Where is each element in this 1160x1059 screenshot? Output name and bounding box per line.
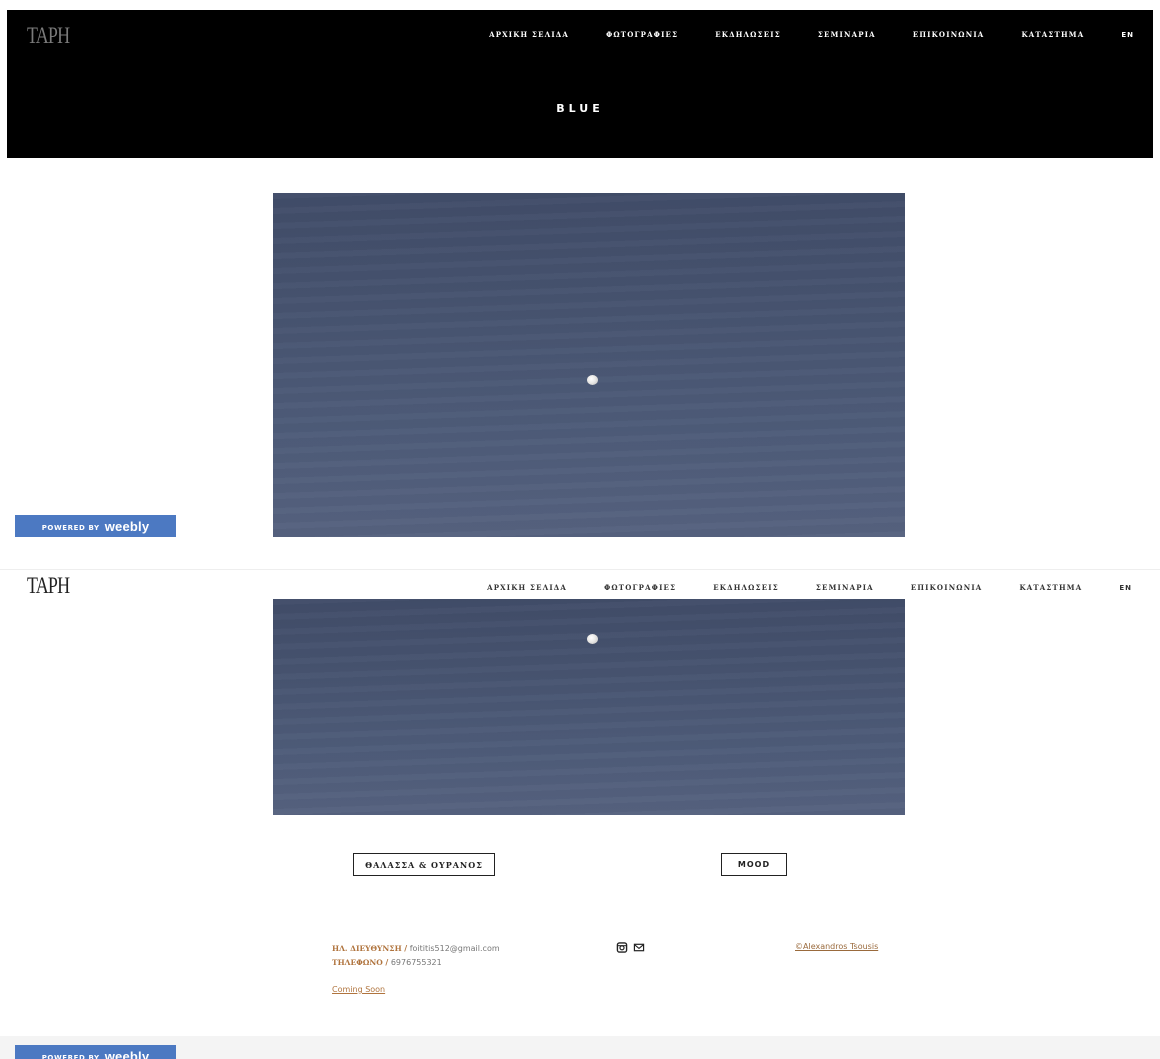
gallery-link-sea-sky-button[interactable]: ΘΑΛΑΣΣΑ & ΟΥΡΑΝΟΣ (353, 853, 495, 876)
page-title: BLUE (556, 102, 604, 115)
powered-by-weebly-badge-bottom[interactable]: POWERED BY weebly (15, 1045, 176, 1059)
hero-header: TAPH ΑΡΧΙΚΗ ΣΕΛΙΔΑ ΦΩΤΟΓΡΑΦΙΕΣ ΕΚΔΗΛΩΣΕΙ… (7, 10, 1153, 158)
sticky-nav: ΑΡΧΙΚΗ ΣΕΛΙΔΑ ΦΩΤΟΓΡΑΦΙΕΣ ΕΚΔΗΛΩΣΕΙΣ ΣΕΜ… (487, 583, 1132, 592)
email-label: ΗΛ. ΔΙΕΥΘΥΝΣΗ (332, 944, 402, 953)
sticky-nav-item-photos[interactable]: ΦΩΤΟΓΡΑΦΙΕΣ (604, 583, 676, 592)
moon-detail (587, 634, 598, 644)
sticky-nav-item-contact[interactable]: ΕΠΙΚΟΙΝΩΝΙΑ (911, 583, 983, 592)
sticky-nav-item-seminars[interactable]: ΣΕΜΙΝΑΡΙΑ (816, 583, 874, 592)
nav-item-home[interactable]: ΑΡΧΙΚΗ ΣΕΛΙΔΑ (489, 30, 569, 39)
phone-label: ΤΗΛΕΦΩΝΟ (332, 958, 383, 967)
sticky-nav-item-store[interactable]: ΚΑΤΑΣΤΗΜΑ (1019, 583, 1082, 592)
footer-email-row: ΗΛ. ΔΙΕΥΘΥΝΣΗ / foititis512@gmail.com (332, 942, 500, 956)
copyright-credit-link[interactable]: ©Alexandros Tsousis (795, 942, 878, 951)
sticky-nav-item-events[interactable]: ΕΚΔΗΛΩΣΕΙΣ (713, 583, 779, 592)
nav-item-store[interactable]: ΚΑΤΑΣΤΗΜΑ (1021, 30, 1084, 39)
nav-item-events[interactable]: ΕΚΔΗΛΩΣΕΙΣ (715, 30, 781, 39)
weebly-badge-prefix: POWERED BY (41, 523, 100, 532)
footer-phone-row: ΤΗΛΕΦΩΝΟ / 6976755321 (332, 956, 500, 970)
main-nav: ΑΡΧΙΚΗ ΣΕΛΙΔΑ ΦΩΤΟΓΡΑΦΙΕΣ ΕΚΔΗΛΩΣΕΙΣ ΣΕΜ… (489, 30, 1134, 39)
sticky-language-switch[interactable]: EN (1119, 584, 1132, 592)
sticky-site-logo[interactable]: TAPH (27, 573, 70, 599)
moon-detail (587, 375, 598, 385)
gallery-photo-moon-scrolled[interactable] (273, 599, 905, 815)
powered-by-weebly-badge[interactable]: POWERED BY weebly (15, 515, 176, 537)
weebly-badge-brand: weebly (104, 1048, 150, 1059)
nav-item-contact[interactable]: ΕΠΙΚΟΙΝΩΝΙΑ (913, 30, 985, 39)
nav-item-seminars[interactable]: ΣΕΜΙΝΑΡΙΑ (818, 30, 876, 39)
site-logo[interactable]: TAPH (27, 23, 70, 49)
separator: / (404, 944, 408, 953)
sticky-header: TAPH ΑΡΧΙΚΗ ΣΕΛΙΔΑ ΦΩΤΟΓΡΑΦΙΕΣ ΕΚΔΗΛΩΣΕΙ… (0, 569, 1160, 600)
phone-value[interactable]: 6976755321 (391, 958, 442, 967)
coming-soon-link[interactable]: Coming Soon (332, 985, 385, 994)
gallery-photo-moon[interactable] (273, 193, 905, 537)
language-switch[interactable]: EN (1121, 31, 1134, 39)
weebly-badge-prefix: POWERED BY (41, 1053, 100, 1059)
instagram-icon[interactable] (616, 942, 628, 953)
social-icons (616, 942, 645, 953)
separator: / (385, 958, 389, 967)
weebly-badge-brand: weebly (104, 518, 150, 534)
nav-item-photos[interactable]: ΦΩΤΟΓΡΑΦΙΕΣ (606, 30, 678, 39)
sticky-nav-item-home[interactable]: ΑΡΧΙΚΗ ΣΕΛΙΔΑ (487, 583, 567, 592)
mail-icon[interactable] (633, 942, 645, 953)
gallery-link-mood-button[interactable]: MOOD (721, 853, 787, 876)
footer-contact-info: ΗΛ. ΔΙΕΥΘΥΝΣΗ / foititis512@gmail.com ΤΗ… (332, 942, 500, 970)
email-value[interactable]: foititis512@gmail.com (410, 944, 500, 953)
